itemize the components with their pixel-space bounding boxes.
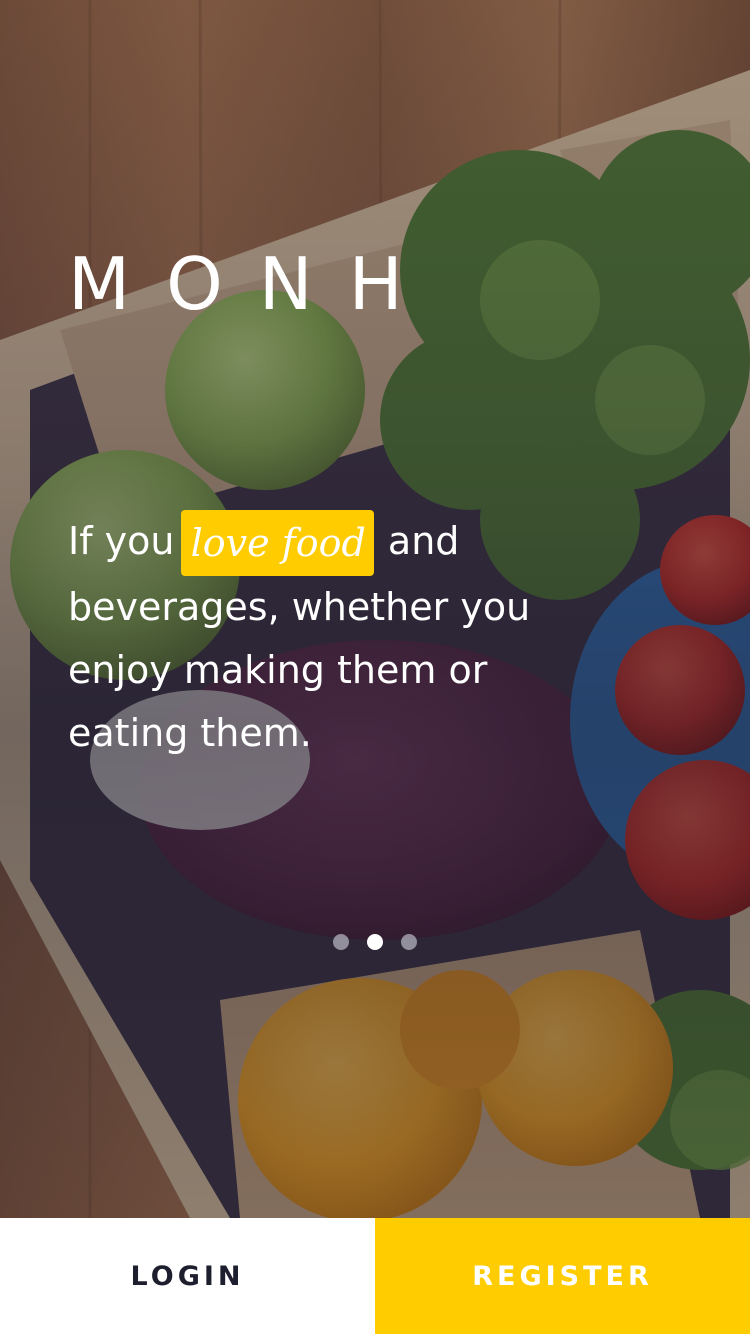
auth-action-bar: LOGIN REGISTER bbox=[0, 1218, 750, 1334]
page-dot[interactable] bbox=[401, 934, 417, 950]
page-dot-active[interactable] bbox=[367, 934, 383, 950]
page-dot[interactable] bbox=[333, 934, 349, 950]
tagline-highlight: love food bbox=[180, 510, 374, 576]
onboarding-tagline: If you love food and beverages, whether … bbox=[68, 510, 588, 765]
onboarding-screen: MONH If you love food and beverages, whe… bbox=[0, 0, 750, 1334]
brand-logo: MONH bbox=[68, 242, 439, 326]
register-button[interactable]: REGISTER bbox=[375, 1218, 750, 1334]
login-button[interactable]: LOGIN bbox=[0, 1218, 375, 1334]
tagline-text-before: If you bbox=[68, 519, 175, 563]
page-indicator bbox=[0, 934, 750, 950]
